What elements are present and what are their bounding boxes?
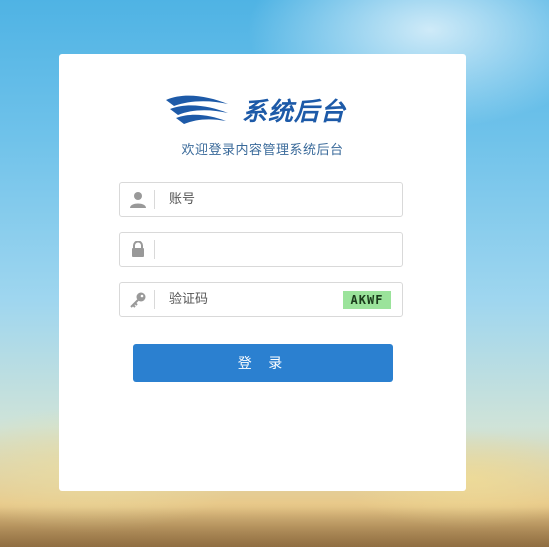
- account-field: [119, 182, 403, 217]
- login-panel: 系统后台 欢迎登录内容管理系统后台 账号 验证码 AKWF 登 录: [59, 54, 466, 491]
- login-button[interactable]: 登 录: [133, 344, 393, 382]
- field-divider: [154, 240, 155, 259]
- captcha-image[interactable]: AKWF: [343, 291, 391, 309]
- lock-icon: [120, 233, 156, 266]
- logo: 系统后台: [164, 92, 346, 128]
- welcome-subtitle: 欢迎登录内容管理系统后台: [181, 143, 344, 158]
- field-divider: [154, 190, 155, 209]
- password-field: [119, 232, 403, 267]
- captcha-field: AKWF: [119, 282, 403, 317]
- captcha-input[interactable]: [169, 283, 339, 316]
- field-divider: [154, 290, 155, 309]
- password-input[interactable]: [169, 233, 339, 266]
- background-shadow: [0, 507, 549, 547]
- wave-logo-icon: [166, 95, 228, 124]
- key-icon: [120, 283, 156, 316]
- account-input[interactable]: [169, 183, 339, 216]
- logo-text: 系统后台: [242, 97, 347, 126]
- user-icon: [120, 183, 156, 216]
